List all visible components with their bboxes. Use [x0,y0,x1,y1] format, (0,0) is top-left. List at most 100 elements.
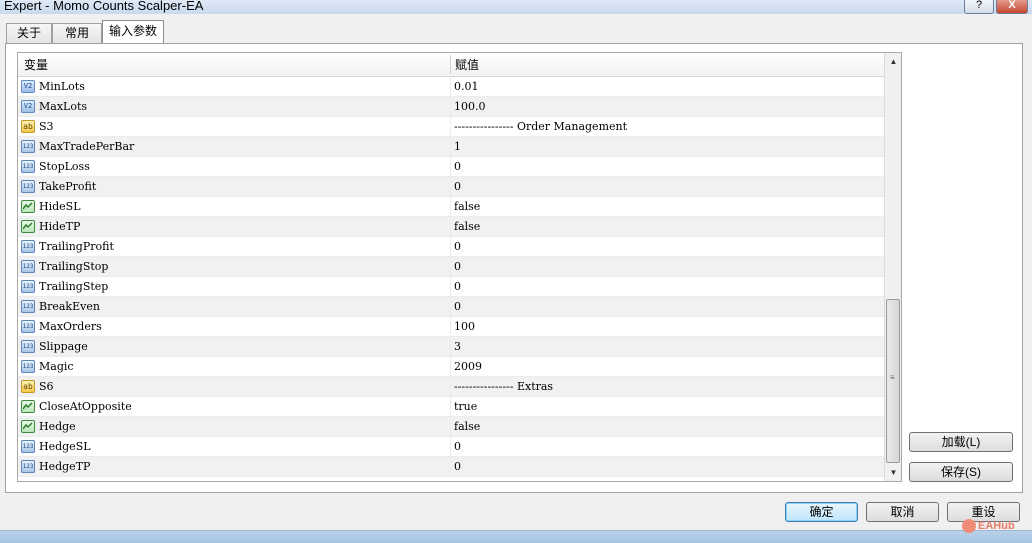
param-name: BreakEven [39,300,100,313]
param-value[interactable]: 0 [454,437,461,457]
cancel-button[interactable]: 取消 [866,502,939,522]
param-value[interactable]: false [454,417,480,437]
param-name: Magic [39,360,74,373]
load-button[interactable]: 加载(L) [909,432,1013,452]
tab-common[interactable]: 常用 [52,23,102,43]
param-name: CloseAtOpposite [39,400,132,413]
column-divider[interactable] [450,55,451,74]
eahub-logo-icon [962,519,976,533]
close-button[interactable]: X [996,0,1028,14]
param-name: HedgeTP [39,460,91,473]
param-value[interactable]: 100.0 [454,97,486,117]
param-row-maxtradeperbar[interactable]: 123 MaxTradePerBar 1 [18,137,884,157]
param-value[interactable]: 0.01 [454,77,479,97]
cell-divider [450,217,451,237]
param-row-stoploss[interactable]: 123 StopLoss 0 [18,157,884,177]
double-type-icon: V2 [21,100,35,113]
tab-about[interactable]: 关于 [6,23,52,43]
param-row-hedgesl[interactable]: 123 HedgeSL 0 [18,437,884,457]
column-header-value[interactable]: 赋值 [455,53,479,76]
column-header-variable[interactable]: 变量 [24,53,48,76]
param-row-closeatopposite[interactable]: CloseAtOpposite true [18,397,884,417]
vertical-scrollbar[interactable]: ▲ ≡ ▼ [884,53,901,481]
param-row-trailingstep[interactable]: 123 TrailingStep 0 [18,277,884,297]
param-value[interactable]: 1 [454,137,461,157]
param-row-trailingstop[interactable]: 123 TrailingStop 0 [18,257,884,277]
string-type-icon: ab [21,120,35,133]
tab-input-parameters[interactable]: 输入参数 [102,20,164,44]
param-name: HedgeSL [39,440,91,453]
int-type-icon: 123 [21,280,35,293]
param-row-takeprofit[interactable]: 123 TakeProfit 0 [18,177,884,197]
window-title: Expert - Momo Counts Scalper-EA [4,0,204,13]
scrollbar-thumb[interactable]: ≡ [886,299,900,463]
param-value[interactable]: 3 [454,337,461,357]
int-type-icon: 123 [21,180,35,193]
string-type-icon: ab [21,380,35,393]
int-type-icon: 123 [21,440,35,453]
cell-divider [450,297,451,317]
param-value[interactable]: 0 [454,457,461,477]
param-value[interactable]: 0 [454,237,461,257]
cell-divider [450,457,451,477]
cell-divider [450,317,451,337]
param-value[interactable]: 0 [454,257,461,277]
param-value[interactable]: false [454,217,480,237]
int-type-icon: 123 [21,460,35,473]
scroll-down-arrow-icon[interactable]: ▼ [885,464,901,481]
cell-divider [450,337,451,357]
param-row-s6[interactable]: ab S6 ---------------- Extras [18,377,884,397]
int-type-icon: 123 [21,160,35,173]
int-type-icon: 123 [21,360,35,373]
param-row-s3[interactable]: ab S3 ---------------- Order Management [18,117,884,137]
param-row-maxlots[interactable]: V2 MaxLots 100.0 [18,97,884,117]
param-name: MaxLots [39,100,88,113]
param-value[interactable]: 0 [454,177,461,197]
int-type-icon: 123 [21,320,35,333]
param-name: Hedge [39,420,76,433]
cell-divider [450,157,451,177]
cell-divider [450,97,451,117]
eahub-watermark: EAHub [962,519,1015,533]
save-button[interactable]: 保存(S) [909,462,1013,482]
cell-divider [450,237,451,257]
param-value[interactable]: 0 [454,277,461,297]
param-value[interactable]: false [454,197,480,217]
double-type-icon: V2 [21,80,35,93]
int-type-icon: 123 [21,300,35,313]
param-row-minlots[interactable]: V2 MinLots 0.01 [18,77,884,97]
param-name: MaxOrders [39,320,102,333]
param-row-hidesl[interactable]: HideSL false [18,197,884,217]
param-row-magic[interactable]: 123 Magic 2009 [18,357,884,377]
param-name: MaxTradePerBar [39,140,135,153]
bool-type-icon [21,220,35,233]
scroll-up-arrow-icon[interactable]: ▲ [885,53,901,70]
param-name: HideSL [39,200,81,213]
param-value[interactable]: ---------------- Extras [454,377,553,397]
param-name: TrailingProfit [39,240,114,253]
param-row-trailingprofit[interactable]: 123 TrailingProfit 0 [18,237,884,257]
cell-divider [450,437,451,457]
cell-divider [450,77,451,97]
param-value[interactable]: 0 [454,157,461,177]
param-row-breakeven[interactable]: 123 BreakEven 0 [18,297,884,317]
cell-divider [450,277,451,297]
ok-button[interactable]: 确定 [785,502,858,522]
param-row-hedgetp[interactable]: 123 HedgeTP 0 [18,457,884,477]
grip-icon: ≡ [890,373,895,382]
param-value[interactable]: 2009 [454,357,482,377]
param-name: S6 [39,380,54,393]
cell-divider [450,177,451,197]
param-row-hedge[interactable]: Hedge false [18,417,884,437]
param-row-hidetp[interactable]: HideTP false [18,217,884,237]
param-name: StopLoss [39,160,90,173]
int-type-icon: 123 [21,260,35,273]
param-value[interactable]: true [454,397,477,417]
param-row-maxorders[interactable]: 123 MaxOrders 100 [18,317,884,337]
param-value[interactable]: 100 [454,317,475,337]
help-button[interactable]: ? [964,0,994,14]
param-row-slippage[interactable]: 123 Slippage 3 [18,337,884,357]
param-value[interactable]: 0 [454,297,461,317]
param-name: MinLots [39,80,85,93]
param-value[interactable]: ---------------- Order Management [454,117,627,137]
